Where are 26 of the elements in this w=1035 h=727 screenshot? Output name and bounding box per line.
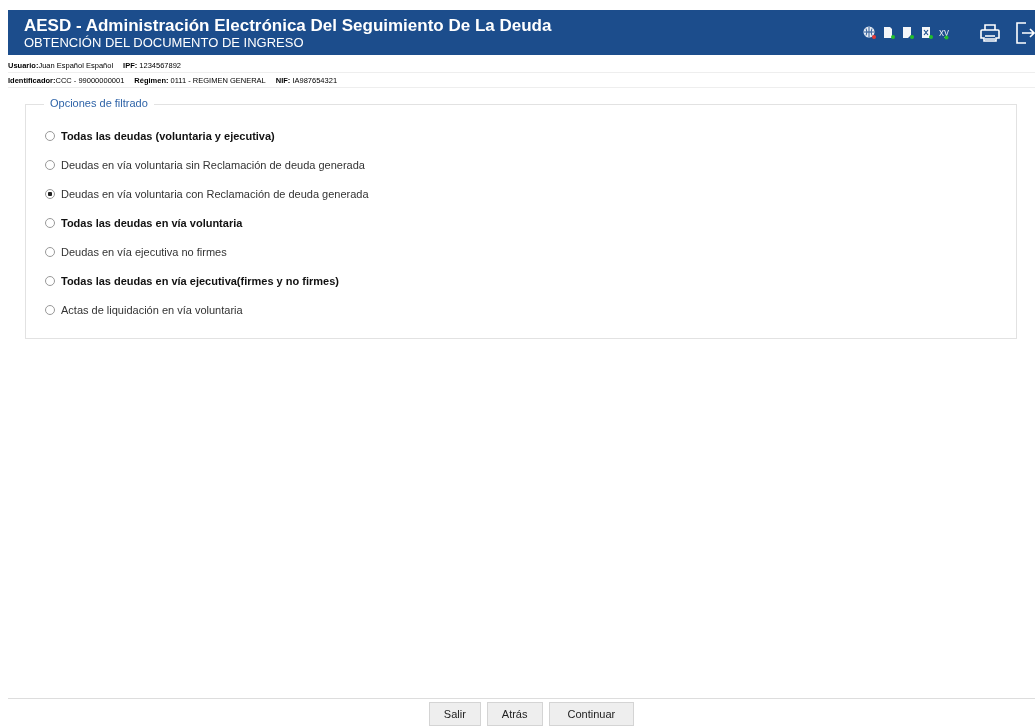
option-label[interactable]: Todas las deudas en vía voluntaria	[61, 216, 243, 229]
page-subtitle: OBTENCIÓN DEL DOCUMENTO DE INGRESO	[24, 34, 305, 50]
logout-icon[interactable]	[1015, 20, 1035, 45]
radio-button[interactable]	[45, 275, 55, 286]
radio-button[interactable]	[45, 130, 55, 141]
option-label[interactable]: Deudas en vía voluntaria con Reclamación de deuda generada	[61, 187, 369, 200]
radio-button[interactable]	[45, 188, 55, 199]
radio-button[interactable]	[45, 159, 55, 170]
document-icon[interactable]	[882, 26, 895, 39]
option-label[interactable]: Deudas en vía voluntaria sin Reclamación de deuda generada	[61, 158, 365, 171]
footer-button[interactable]: Continuar	[548, 702, 635, 726]
footer-button[interactable]: Salir	[428, 702, 481, 726]
print-icon[interactable]	[979, 21, 1001, 44]
ball-icon[interactable]	[863, 26, 876, 39]
radio-button[interactable]	[45, 246, 55, 257]
option-label[interactable]: Todas las deudas en vía ejecutiva(firmes y no firmes)	[61, 274, 339, 287]
option-label[interactable]: Actas de liquidación en vía voluntaria	[61, 303, 243, 316]
radio-button[interactable]	[45, 304, 55, 315]
document-icon[interactable]	[901, 26, 914, 39]
panel-legend: Opciones de filtrado	[44, 97, 154, 109]
spreadsheet-icon[interactable]	[920, 26, 933, 39]
option-label[interactable]: Deudas en vía ejecutiva no firmes	[61, 245, 227, 258]
app-title: AESD - Administración Electrónica Del Seguimiento De La Deuda	[24, 15, 553, 35]
footer-button[interactable]: Atrás	[486, 702, 543, 726]
option-label[interactable]: Todas las deudas (voluntaria y ejecutiva)	[61, 129, 275, 142]
radio-button[interactable]	[45, 217, 55, 228]
